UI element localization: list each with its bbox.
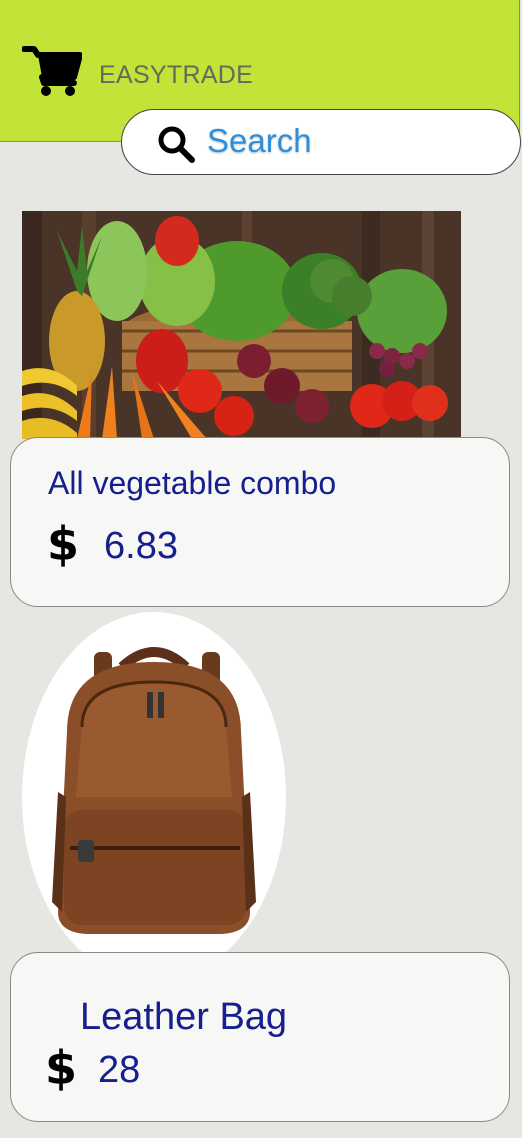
dollar-icon: $ [47,1042,75,1092]
product-card[interactable]: All vegetable combo $ 6.83 [10,437,510,607]
vegetable-basket-image [22,211,461,439]
product-card[interactable]: Leather Bag $ 28 [10,952,510,1122]
product-price: 6.83 [104,525,178,567]
product-price: 28 [98,1049,141,1091]
search-icon [158,126,195,163]
search-bar[interactable]: Search [121,109,521,175]
product-image-bag[interactable] [22,612,286,982]
product-image-vegetables[interactable] [22,211,461,439]
app-title: EASYTRADE [99,61,254,89]
leather-backpack-image [22,612,286,982]
svg-text:$: $ [47,1042,75,1092]
shopping-cart-icon[interactable] [22,45,82,97]
svg-text:$: $ [49,518,77,568]
dollar-icon: $ [49,518,77,568]
product-name: All vegetable combo [48,465,337,501]
product-name: Leather Bag [80,996,288,1038]
search-input[interactable]: Search [207,122,312,160]
